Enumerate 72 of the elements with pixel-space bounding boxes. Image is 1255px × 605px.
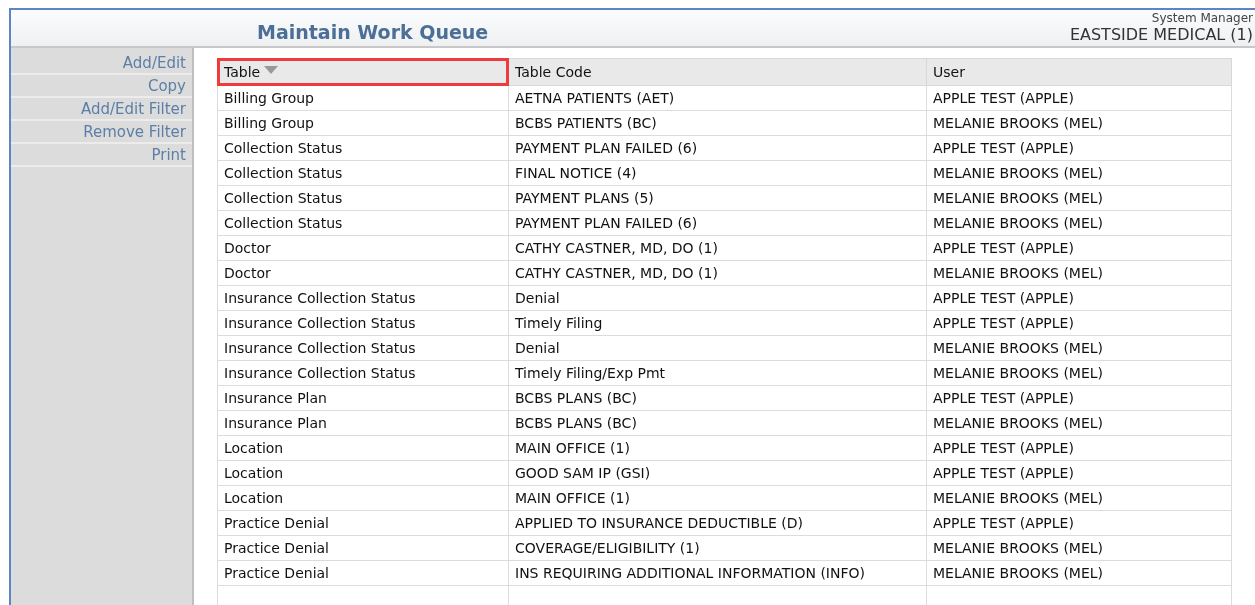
table-cell: APPLE TEST (APPLE) [926,460,1232,486]
table-cell: MELANIE BROOKS (MEL) [926,260,1232,286]
table-cell: CATHY CASTNER, MD, DO (1) [508,260,927,286]
sidebar-link[interactable]: Add/Edit [11,52,192,75]
table-cell: MELANIE BROOKS (MEL) [926,560,1232,586]
sort-arrow-icon [264,66,279,75]
table-cell: Timely Filing [508,310,927,336]
table-cell: BCBS PLANS (BC) [508,410,927,436]
table-cell: INS REQUIRING ADDITIONAL INFORMATION (INFO) [508,560,927,586]
table-cell: MELANIE BROOKS (MEL) [926,160,1232,186]
table-cell: Billing Group [217,85,509,111]
table-cell: BCBS PLANS (BC) [508,385,927,411]
table-cell: MELANIE BROOKS (MEL) [926,110,1232,136]
table-cell: MAIN OFFICE (1) [508,485,927,511]
table-cell: Practice Denial [217,535,509,561]
table-cell: MELANIE BROOKS (MEL) [926,485,1232,511]
table-cell: Location [217,460,509,486]
sidebar-link[interactable]: Copy [11,75,192,98]
table-cell: MELANIE BROOKS (MEL) [926,410,1232,436]
table-cell: Denial [508,335,927,361]
table-cell: Insurance Plan [217,385,509,411]
column-header[interactable]: Table [217,58,509,86]
sidebar-link[interactable]: Print [11,144,192,167]
table-cell: GOOD SAM IP (GSI) [508,460,927,486]
table-cell: Practice Denial [217,510,509,536]
table-cell: APPLE TEST (APPLE) [926,435,1232,461]
table-cell: PAYMENT PLAN FAILED (6) [508,210,927,236]
practice-name: EASTSIDE MEDICAL (1) [1069,25,1253,46]
user-role: System Manager [1150,11,1253,25]
sidebar-link[interactable]: Add/Edit Filter [11,98,192,121]
table-cell: BCBS PATIENTS (BC) [508,110,927,136]
table-cell: MELANIE BROOKS (MEL) [926,185,1232,211]
table-cell: Billing Group [217,110,509,136]
sidebar-link[interactable]: Remove Filter [11,121,192,144]
table-cell: PAYMENT PLAN FAILED (6) [508,135,927,161]
table-cell: Location [217,485,509,511]
table-cell: Insurance Collection Status [217,310,509,336]
table-cell: CATHY CASTNER, MD, DO (1) [508,235,927,261]
table-cell: APPLE TEST (APPLE) [926,235,1232,261]
table-cell: APPLE TEST (APPLE) [926,510,1232,536]
table-cell: Doctor [217,235,509,261]
column-header[interactable]: Table Code [508,58,927,86]
table-cell: Collection Status [217,185,509,211]
table-cell: AETNA PATIENTS (AET) [508,85,927,111]
table-cell: FINAL NOTICE (4) [508,160,927,186]
table-cell: Timely Filing/Exp Pmt [508,360,927,386]
table-cell: MELANIE BROOKS (MEL) [926,360,1232,386]
table-cell: Location [217,435,509,461]
table-cell: Denial [508,285,927,311]
table-cell: MAIN OFFICE (1) [508,435,927,461]
table-cell: APPLE TEST (APPLE) [926,385,1232,411]
table-cell: COVERAGE/ELIGIBILITY (1) [508,535,927,561]
table-cell: Insurance Collection Status [217,285,509,311]
table-cell: Collection Status [217,210,509,236]
table-cell: APPLE TEST (APPLE) [926,135,1232,161]
table-cell: Collection Status [217,135,509,161]
table-cell: APPLIED TO INSURANCE DEDUCTIBLE (D) [508,510,927,536]
table-cell: Doctor [217,260,509,286]
table-cell: Practice Denial [217,560,509,586]
table-cell: MELANIE BROOKS (MEL) [926,335,1232,361]
table-cell: Insurance Plan [217,410,509,436]
page-title: Maintain Work Queue [257,21,489,45]
table-cell: MELANIE BROOKS (MEL) [926,210,1232,236]
table-cell: APPLE TEST (APPLE) [926,310,1232,336]
table-cell: MELANIE BROOKS (MEL) [926,535,1232,561]
table-cell: APPLE TEST (APPLE) [926,285,1232,311]
table-cell: Insurance Collection Status [217,360,509,386]
table-cell: Collection Status [217,160,509,186]
table-cell: PAYMENT PLANS (5) [508,185,927,211]
column-header[interactable]: User [926,58,1232,86]
table-cell: Insurance Collection Status [217,335,509,361]
table-cell: APPLE TEST (APPLE) [926,85,1232,111]
